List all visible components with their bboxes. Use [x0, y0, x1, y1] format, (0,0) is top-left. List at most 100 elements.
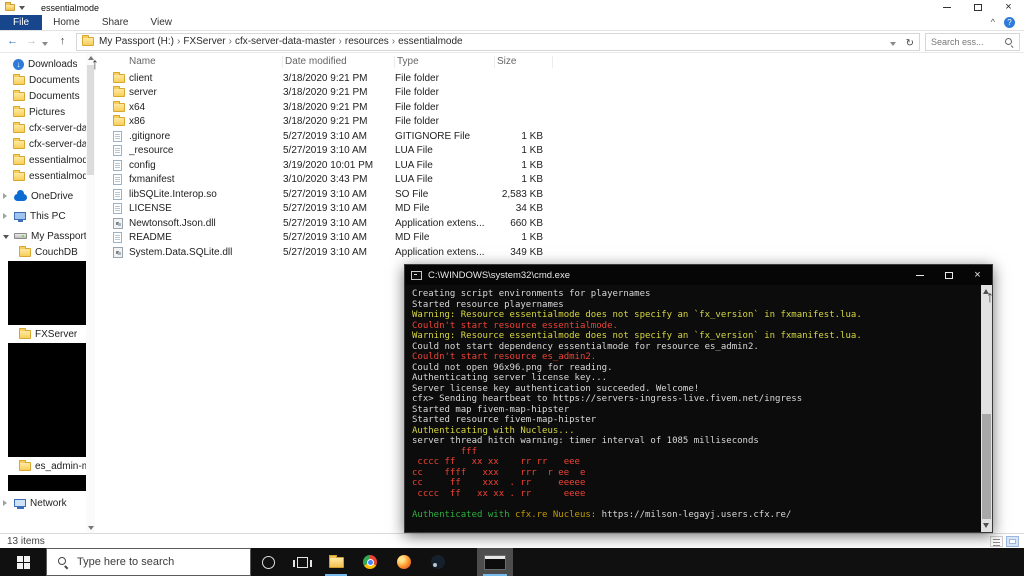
console-line: cccc ff xx xx rr rr eee	[412, 457, 981, 468]
file-row[interactable]: Newtonsoft.Json.dll5/27/2019 3:10 AMAppl…	[113, 216, 1024, 231]
scroll-down-icon[interactable]	[983, 523, 989, 528]
cortana-taskbar-button[interactable]	[251, 548, 285, 576]
console-line: Authenticating server license key...	[412, 373, 981, 384]
file-type: Application extens...	[395, 218, 495, 229]
qat-customize-icon[interactable]	[19, 6, 25, 10]
scroll-thumb[interactable]	[982, 414, 991, 519]
scroll-up-icon[interactable]	[88, 56, 94, 60]
steam-taskbar-button[interactable]	[421, 548, 455, 576]
file-row[interactable]: x863/18/2020 9:21 PMFile folder	[113, 115, 1024, 130]
breadcrumb-item[interactable]: essentialmode	[395, 36, 465, 47]
column-header-type[interactable]: Type	[395, 56, 495, 68]
column-header-name[interactable]: Name	[113, 56, 283, 68]
chevron-right-icon[interactable]	[3, 211, 10, 222]
sidebar-item-pictures[interactable]: Pictures	[0, 104, 95, 120]
sidebar-item-fxserver[interactable]: FXServer	[0, 326, 95, 342]
back-button[interactable]	[4, 36, 21, 47]
address-bar[interactable]: My Passport (H:)›FXServer›cfx-server-dat…	[76, 33, 920, 51]
close-button[interactable]	[993, 0, 1024, 15]
file-row[interactable]: x643/18/2020 9:21 PMFile folder	[113, 100, 1024, 115]
maximize-button[interactable]	[962, 0, 993, 15]
minimize-button[interactable]	[931, 0, 962, 15]
chevron-down-icon[interactable]	[3, 231, 10, 242]
cmd-titlebar[interactable]: C:\WINDOWS\system32\cmd.exe	[405, 265, 992, 285]
sidebar-item-cfx-server-dat[interactable]: cfx-server-dat...	[0, 136, 95, 152]
column-header-size[interactable]: Size	[495, 56, 553, 68]
cmd-taskbar-button[interactable]	[477, 548, 513, 576]
console-line: fff	[412, 447, 981, 458]
console-text: Started resource fivem-map-hipster	[412, 415, 596, 425]
sidebar-item-essentialmode[interactable]: essentialmode	[0, 168, 95, 184]
sidebar-item-documents[interactable]: Documents	[0, 88, 95, 104]
address-dropdown-icon[interactable]	[890, 33, 900, 51]
scroll-thumb[interactable]	[87, 65, 94, 175]
refresh-icon[interactable]	[906, 33, 914, 51]
chrome-taskbar-button[interactable]	[353, 548, 387, 576]
sidebar-item-downloads[interactable]: Downloads	[0, 56, 95, 72]
scroll-down-icon[interactable]	[88, 526, 94, 530]
forward-button[interactable]	[23, 36, 40, 47]
console-line: cccc ff xx xx . rr eeee	[412, 489, 981, 500]
address-toolbar: My Passport (H:)›FXServer›cfx-server-dat…	[0, 31, 1024, 53]
sidebar-item-onedrive[interactable]: OneDrive	[0, 188, 95, 204]
help-icon[interactable]	[1004, 17, 1015, 28]
file-row[interactable]: System.Data.SQLite.dll5/27/2019 3:10 AMA…	[113, 245, 1024, 260]
console-text: Authenticated with	[412, 510, 515, 520]
start-button[interactable]	[0, 548, 46, 576]
file-row[interactable]: server3/18/2020 9:21 PMFile folder	[113, 86, 1024, 101]
file-row[interactable]: libSQLite.Interop.so5/27/2019 3:10 AMSO …	[113, 187, 1024, 202]
thumbnail-view-icon[interactable]	[1006, 536, 1019, 547]
firefox-taskbar-button[interactable]	[387, 548, 421, 576]
collapse-ribbon-icon[interactable]	[991, 17, 995, 28]
ribbon-tab-share[interactable]: Share	[91, 15, 140, 30]
sidebar-item-couchdb[interactable]: CouchDB	[0, 244, 95, 260]
file-name: LICENSE	[129, 203, 283, 214]
cmd-maximize-button[interactable]	[934, 265, 963, 285]
console-line: Warning: Resource essentialmode does not…	[412, 310, 981, 321]
chevron-right-icon[interactable]	[3, 191, 10, 202]
file-row[interactable]: config3/19/2020 10:01 PMLUA File1 KB	[113, 158, 1024, 173]
search-icon[interactable]	[1004, 37, 1014, 47]
breadcrumb-item[interactable]: resources	[342, 36, 392, 47]
file-row[interactable]: client3/18/2020 9:21 PMFile folder	[113, 71, 1024, 86]
cmd-close-button[interactable]	[963, 265, 992, 285]
location-folder-icon	[82, 37, 94, 46]
file-row[interactable]: README5/27/2019 3:10 AMMD File1 KB	[113, 231, 1024, 246]
file-row[interactable]: _resource5/27/2019 3:10 AMLUA File1 KB	[113, 144, 1024, 159]
sidebar-item-cfx-server-dat[interactable]: cfx-server-dat...	[0, 120, 95, 136]
sidebar-item-es-admin-mas[interactable]: es_admin-mas...	[0, 458, 95, 474]
console-line: Authenticated with cfx.re Nucleus: https…	[412, 510, 981, 521]
file-date: 3/19/2020 10:01 PM	[283, 160, 395, 171]
console-line: Started resource fivem-map-hipster	[412, 415, 981, 426]
file-row[interactable]: LICENSE5/27/2019 3:10 AMMD File34 KB	[113, 202, 1024, 217]
column-header-date[interactable]: Date modified	[283, 56, 395, 68]
scroll-up-icon[interactable]	[983, 289, 989, 294]
folder-icon	[19, 248, 31, 257]
chevron-right-icon[interactable]	[3, 498, 10, 509]
maximize-icon	[945, 272, 953, 279]
sidebar-item-this-pc[interactable]: This PC	[0, 208, 95, 224]
file-row[interactable]: .gitignore5/27/2019 3:10 AMGITIGNORE Fil…	[113, 129, 1024, 144]
sidebar-item-my-passport-h[interactable]: My Passport (H:)	[0, 228, 95, 244]
breadcrumb-item[interactable]: My Passport (H:)	[96, 36, 177, 47]
sidebar-scrollbar[interactable]	[86, 53, 95, 533]
file-explorer-taskbar-button[interactable]	[319, 548, 353, 576]
details-view-icon[interactable]	[990, 536, 1003, 547]
up-button[interactable]	[54, 36, 71, 47]
recent-locations-icon[interactable]	[42, 33, 52, 51]
sidebar-item-essentialmode[interactable]: essentialmode	[0, 152, 95, 168]
sidebar-item-network[interactable]: Network	[0, 495, 95, 511]
search-input[interactable]: Search ess...	[925, 33, 1020, 51]
file-row[interactable]: fxmanifest3/10/2020 3:43 PMLUA File1 KB	[113, 173, 1024, 188]
task-view-taskbar-button[interactable]	[285, 548, 319, 576]
sidebar-item-documents[interactable]: Documents	[0, 72, 95, 88]
console-scrollbar[interactable]	[981, 285, 992, 532]
ribbon-tab-view[interactable]: View	[140, 15, 184, 30]
file-icon	[113, 131, 122, 142]
taskbar-search-input[interactable]: Type here to search	[46, 548, 251, 576]
cmd-minimize-button[interactable]	[905, 265, 934, 285]
ribbon-tab-file[interactable]: File	[0, 15, 42, 30]
breadcrumb-item[interactable]: cfx-server-data-master	[232, 36, 339, 47]
breadcrumb-item[interactable]: FXServer	[180, 36, 228, 47]
ribbon-tab-home[interactable]: Home	[42, 15, 91, 30]
